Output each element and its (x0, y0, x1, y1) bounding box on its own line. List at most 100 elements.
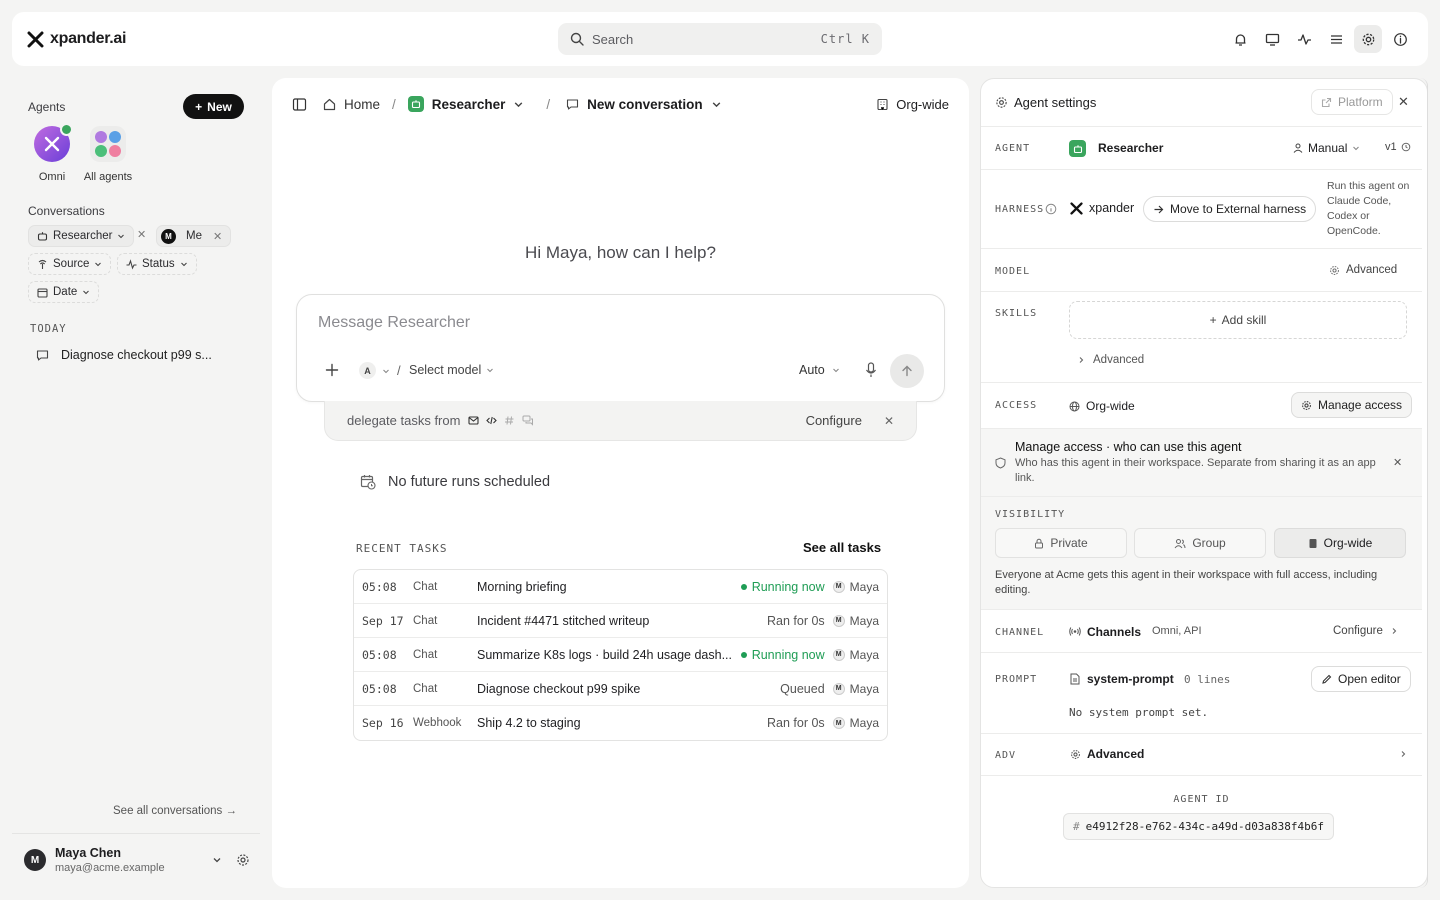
notifications-bell-icon[interactable] (1226, 25, 1254, 53)
visibility-private-option[interactable]: Private (995, 528, 1127, 558)
no-runs-text: No future runs scheduled (388, 474, 551, 490)
prompt-row: PROMPT system-prompt 0 lines Open editor… (981, 653, 1422, 734)
visibility-org-wide-option[interactable]: Org-wide (1274, 528, 1406, 558)
table-row[interactable]: 05:08 Chat Morning briefing Running now … (354, 570, 887, 604)
info-icon[interactable] (1386, 25, 1414, 53)
search-shortcut: Ctrl K (820, 32, 870, 46)
agent-tile-omni[interactable]: Omni (24, 123, 80, 183)
table-row[interactable]: Sep 17 Chat Incident #4471 stitched writ… (354, 604, 887, 638)
access-value: Org-wide (1069, 399, 1135, 413)
move-to-external-harness-button[interactable]: Move to External harness (1143, 196, 1317, 222)
breadcrumb-conversation[interactable]: New conversation (587, 97, 703, 112)
close-panel-icon[interactable]: ✕ (1398, 94, 1409, 110)
delegate-text: delegate tasks from (347, 413, 461, 428)
running-dot (740, 651, 747, 658)
monitor-icon[interactable] (1258, 25, 1286, 53)
chevron-down-icon[interactable] (212, 855, 222, 865)
source-filter-chip[interactable]: Source (28, 253, 112, 275)
external-link-icon (1321, 97, 1332, 108)
table-row[interactable]: 05:08 Chat Summarize K8s logs · build 24… (354, 638, 887, 672)
task-time: Sep 17 (362, 613, 404, 628)
source-icon (37, 259, 48, 270)
shield-icon (995, 457, 1006, 469)
settings-title: Agent settings (1014, 95, 1097, 110)
microphone-icon[interactable] (865, 362, 877, 378)
configure-channels-button[interactable]: Configure (1333, 625, 1398, 637)
conversation-item[interactable]: Diagnose checkout p99 s... (36, 348, 246, 362)
chat-bubble-icon (566, 98, 579, 111)
open-editor-button[interactable]: Open editor (1311, 666, 1411, 692)
close-icon[interactable]: ✕ (884, 414, 894, 428)
prompt-lines: 0 lines (1184, 673, 1231, 686)
panel-scrollbar[interactable] (1420, 78, 1428, 888)
settings-gear-icon[interactable] (1354, 25, 1382, 53)
platform-button[interactable]: Platform (1311, 89, 1393, 115)
model-advanced-button[interactable]: Advanced (1329, 264, 1397, 276)
remove-agent-filter-icon[interactable]: ✕ (137, 228, 146, 241)
version-history[interactable]: v1 (1385, 141, 1411, 153)
chevron-down-icon[interactable] (711, 99, 722, 110)
breadcrumb-separator: / (392, 96, 396, 112)
task-title: Morning briefing (477, 579, 567, 594)
group-icon (1174, 538, 1186, 549)
mode-select[interactable]: Manual (1293, 141, 1360, 155)
table-row[interactable]: Sep 16 Webhook Ship 4.2 to staging Ran f… (354, 706, 887, 740)
breadcrumb-agent[interactable]: Researcher (432, 97, 506, 112)
menu-icon[interactable] (1322, 25, 1350, 53)
top-bar: xpander.ai Search Ctrl K (12, 12, 1428, 66)
user-filter-chip[interactable]: M Me ✕ (156, 225, 232, 247)
task-user: M Maya (832, 648, 879, 662)
attach-plus-icon[interactable] (325, 363, 339, 377)
toggle-sidebar-icon[interactable] (292, 97, 307, 112)
chevron-down-icon[interactable] (513, 99, 524, 110)
agent-id-copy[interactable]: # e4912f28-e762-434c-a49d-d03a838f4b6f (1063, 813, 1335, 840)
mode-select[interactable]: Auto (799, 363, 840, 377)
remove-user-filter-icon[interactable]: ✕ (213, 230, 222, 243)
add-skill-button[interactable]: + Add skill (1069, 301, 1407, 339)
agents-heading: Agents (28, 100, 66, 114)
building-icon (1308, 538, 1318, 549)
model-select[interactable]: Select model (409, 363, 494, 377)
info-icon[interactable] (1045, 203, 1057, 215)
scope-indicator[interactable]: Org-wide (876, 97, 949, 112)
task-status: Queued (780, 681, 825, 696)
see-all-conversations-link[interactable]: See all conversations → (113, 805, 237, 817)
history-icon (1401, 142, 1411, 152)
configure-channels-label: Configure (1333, 625, 1383, 637)
agent-tile-all-agents[interactable]: All agents (80, 126, 136, 183)
user-settings-gear-icon[interactable] (236, 853, 250, 867)
user-profile[interactable]: M Maya Chen maya@acme.example (24, 846, 250, 874)
close-callout-icon[interactable]: ✕ (1393, 456, 1402, 469)
configure-delegate-button[interactable]: Configure (806, 413, 862, 428)
skills-label: SKILLS (995, 308, 1038, 319)
skills-advanced-toggle[interactable]: Advanced (1077, 354, 1144, 366)
agent-tile-label: All agents (83, 171, 133, 183)
task-source: Chat (413, 648, 438, 661)
broadcast-icon (1069, 626, 1081, 637)
agent-tile-label: Omni (38, 171, 66, 183)
user-name: Maya Chen (55, 846, 121, 860)
advanced-row[interactable]: ADV Advanced (981, 734, 1422, 776)
message-input[interactable]: Message Researcher (318, 314, 470, 332)
visibility-group-option[interactable]: Group (1134, 528, 1266, 558)
breadcrumb-home[interactable]: Home (344, 97, 380, 112)
agent-row: AGENT Researcher Manual v1 (981, 127, 1422, 170)
new-agent-button[interactable]: + New (183, 94, 244, 119)
prompt-name: system-prompt (1087, 672, 1174, 686)
see-all-tasks-link[interactable]: See all tasks (803, 540, 881, 555)
task-status: Ran for 0s (766, 716, 825, 730)
xpander-logo-icon (27, 31, 44, 48)
search-bar[interactable]: Search Ctrl K (558, 23, 882, 55)
divider (12, 833, 260, 834)
send-button[interactable] (890, 354, 924, 388)
brand-logo[interactable]: xpander.ai (27, 30, 126, 48)
manage-access-button[interactable]: Manage access (1291, 392, 1413, 418)
table-row[interactable]: 05:08 Chat Diagnose checkout p99 spike Q… (354, 672, 887, 706)
agent-id-label: AGENT ID (1173, 794, 1230, 805)
globe-icon (1069, 401, 1080, 412)
activity-icon[interactable] (1290, 25, 1318, 53)
date-filter-chip[interactable]: Date (28, 281, 100, 303)
provider-selector[interactable]: A (359, 362, 390, 379)
status-filter-chip[interactable]: Status (117, 253, 197, 275)
agent-filter-chip[interactable]: Researcher (28, 225, 135, 247)
